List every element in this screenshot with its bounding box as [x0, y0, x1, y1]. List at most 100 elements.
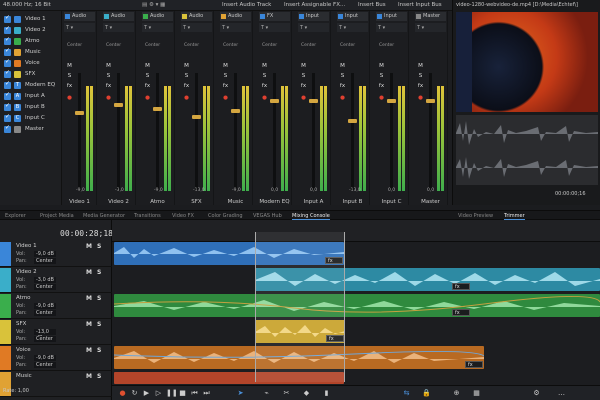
settings-icon[interactable]: ⚙ — [532, 389, 541, 398]
volume-fader[interactable] — [114, 103, 123, 107]
list-item[interactable]: T Modern EQ — [2, 80, 60, 91]
checkbox[interactable] — [4, 113, 11, 122]
marker-icon[interactable]: ◆ — [302, 389, 311, 398]
checkbox[interactable] — [4, 124, 11, 133]
strip-routing-select[interactable]: T ▾ — [298, 23, 329, 32]
strip-header[interactable]: Audio — [103, 12, 134, 21]
strip-routing-select[interactable]: T ▾ — [64, 23, 95, 32]
fx-button[interactable]: fx — [105, 83, 112, 90]
fx-button[interactable]: fx — [144, 83, 151, 90]
strip-header[interactable]: Audio — [220, 12, 251, 21]
pan-field[interactable]: Center — [34, 336, 56, 342]
arm-record-button[interactable]: ● — [339, 95, 346, 102]
stop-button[interactable]: ■ — [178, 389, 187, 398]
strip-header[interactable]: Audio — [142, 12, 173, 21]
mute-button[interactable]: M — [86, 269, 92, 276]
volume-fader[interactable] — [270, 99, 279, 103]
pan-field[interactable]: Center — [34, 310, 56, 316]
arm-record-button[interactable]: ● — [144, 95, 151, 102]
fx-button[interactable]: fx — [378, 83, 385, 90]
strip-header[interactable]: Audio — [181, 12, 212, 21]
play-button[interactable]: ▶ — [142, 389, 151, 398]
fx-button[interactable]: fx — [222, 83, 229, 90]
checkbox[interactable] — [4, 80, 11, 89]
solo-button[interactable]: S — [261, 73, 268, 80]
solo-button[interactable]: S — [97, 373, 101, 380]
solo-button[interactable]: S — [97, 243, 101, 250]
tab-explorer[interactable]: Explorer — [5, 213, 26, 219]
normal-edit-tool-icon[interactable]: ➤ — [236, 389, 245, 398]
solo-button[interactable]: S — [97, 295, 101, 302]
checkbox[interactable] — [4, 102, 11, 111]
loop-button[interactable]: ↻ — [130, 389, 139, 398]
toolbar-icons[interactable]: ▤ ⚙ ▾ ▦ — [142, 2, 165, 8]
tab-trimmer[interactable]: Trimmer — [504, 213, 525, 220]
track-header[interactable]: Video 1 M S Vol: -9,0 dB Pan: Center — [0, 242, 112, 267]
track-header[interactable]: Voice M S Vol: -9,0 dB Pan: Center — [0, 346, 112, 371]
solo-button[interactable]: S — [300, 73, 307, 80]
mute-button[interactable]: M — [86, 347, 92, 354]
strip-routing-select[interactable]: T ▾ — [337, 23, 368, 32]
mute-button[interactable]: M — [105, 63, 112, 70]
volume-fader[interactable] — [231, 109, 240, 113]
more-icon[interactable]: … — [557, 389, 566, 398]
volume-fader[interactable] — [309, 99, 318, 103]
list-item[interactable]: SFX — [2, 69, 60, 80]
arm-record-button[interactable]: ● — [222, 95, 229, 102]
list-item[interactable]: Video 1 — [2, 14, 60, 25]
tab-mixing-console[interactable]: Mixing Console — [292, 213, 330, 220]
split-icon[interactable]: ✂ — [282, 389, 291, 398]
volume-field[interactable]: -3,0 dB — [34, 277, 56, 283]
fx-button[interactable]: fx — [300, 83, 307, 90]
strip-header[interactable]: FX — [259, 12, 290, 21]
volume-fader[interactable] — [387, 99, 396, 103]
fx-button[interactable]: fx — [417, 83, 424, 90]
region-icon[interactable]: ▮ — [322, 389, 331, 398]
tab-project-media[interactable]: Project Media — [40, 213, 74, 219]
fx-button[interactable]: fx — [183, 83, 190, 90]
time-ruler[interactable] — [112, 220, 600, 242]
mute-button[interactable]: M — [86, 243, 92, 250]
list-item[interactable]: C Input C — [2, 113, 60, 124]
strip-header[interactable]: Audio — [64, 12, 95, 21]
solo-button[interactable]: S — [222, 73, 229, 80]
volume-fader[interactable] — [426, 99, 435, 103]
checkbox[interactable] — [4, 25, 11, 34]
list-item[interactable]: Master — [2, 124, 60, 135]
arm-record-button[interactable]: ● — [105, 95, 112, 102]
strip-routing-select[interactable]: T ▾ — [220, 23, 251, 32]
fx-button[interactable]: fx — [339, 83, 346, 90]
tab-transitions[interactable]: Transitions — [134, 213, 161, 219]
insert-input-bus-button[interactable]: Insert Input Bus — [398, 2, 442, 8]
checkbox[interactable] — [4, 58, 11, 67]
mute-button[interactable]: M — [86, 321, 92, 328]
clip-atmo[interactable]: fx — [114, 294, 600, 317]
mute-button[interactable]: M — [86, 295, 92, 302]
mute-button[interactable]: M — [86, 373, 92, 380]
tab-media-generator[interactable]: Media Generator — [83, 213, 125, 219]
strip-header[interactable]: Input — [337, 12, 368, 21]
list-item[interactable]: Atmo — [2, 36, 60, 47]
pause-button[interactable]: ❚❚ — [166, 389, 178, 398]
pan-field[interactable]: Center — [34, 284, 56, 290]
solo-button[interactable]: S — [144, 73, 151, 80]
strip-header[interactable]: Master — [415, 12, 446, 21]
solo-button[interactable]: S — [105, 73, 112, 80]
insert-audio-track-button[interactable]: Insert Audio Track — [222, 2, 271, 8]
checkbox[interactable] — [4, 69, 11, 78]
mute-button[interactable]: M — [222, 63, 229, 70]
strip-header[interactable]: Input — [298, 12, 329, 21]
solo-button[interactable]: S — [417, 73, 424, 80]
zoom-icon[interactable]: ⊕ — [452, 389, 461, 398]
snap-icon[interactable]: ⌁ — [262, 389, 271, 398]
fx-button[interactable]: fx — [465, 361, 483, 368]
strip-header[interactable]: Input — [376, 12, 407, 21]
list-item[interactable]: Music — [2, 47, 60, 58]
solo-button[interactable]: S — [378, 73, 385, 80]
tab-video-fx[interactable]: Video FX — [172, 213, 194, 219]
strip-routing-select[interactable]: T ▾ — [142, 23, 173, 32]
solo-button[interactable]: S — [183, 73, 190, 80]
arm-record-button[interactable]: ● — [66, 95, 73, 102]
list-item[interactable]: Video 2 — [2, 25, 60, 36]
track-header[interactable]: Atmo M S Vol: -9,0 dB Pan: Center — [0, 294, 112, 319]
